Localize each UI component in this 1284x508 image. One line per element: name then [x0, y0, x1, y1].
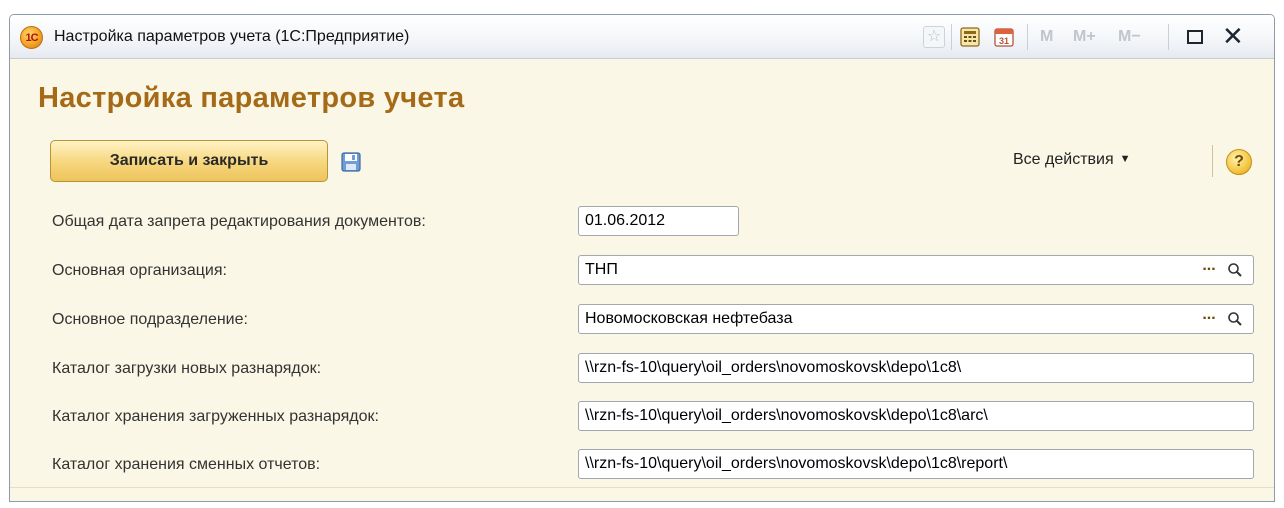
save-and-close-button[interactable]: Записать и закрыть: [50, 140, 328, 182]
department-select-button[interactable]: ...: [1197, 305, 1221, 333]
organization-label: Основная организация:: [52, 262, 227, 279]
search-icon: [1228, 312, 1242, 326]
svg-text:31: 31: [999, 36, 1009, 46]
close-icon[interactable]: ✕: [1222, 21, 1244, 52]
page-title: Настройка параметров учета: [38, 82, 465, 114]
import-dir-field[interactable]: \\rzn-fs-10\query\oil_orders\novomoskovs…: [578, 353, 1254, 383]
app-logo-icon[interactable]: 1С: [20, 26, 43, 49]
toolbar-divider: [1212, 145, 1213, 177]
department-value: Новомосковская нефтебаза: [585, 310, 793, 327]
import-dir-value: \\rzn-fs-10\query\oil_orders\novomoskovs…: [585, 359, 962, 376]
department-label: Основное подразделение:: [52, 311, 248, 328]
organization-field[interactable]: ТНП: [578, 255, 1254, 285]
organization-search-button[interactable]: [1222, 256, 1248, 284]
settings-window: 1С Настройка параметров учета (1С:Предпр…: [9, 14, 1275, 502]
toolbar-divider: [951, 24, 952, 50]
department-search-button[interactable]: [1222, 305, 1248, 333]
archive-dir-label: Каталог хранения загруженных разнарядок:: [52, 408, 379, 425]
toolbar-divider: [1168, 24, 1169, 50]
lock-date-label: Общая дата запрета редактирования докуме…: [52, 213, 426, 230]
calculator-icon[interactable]: [959, 26, 981, 48]
memory-add-button[interactable]: M+: [1073, 28, 1096, 46]
maximize-icon[interactable]: [1187, 30, 1203, 44]
favorites-star-icon[interactable]: ☆: [923, 26, 945, 48]
lock-date-field[interactable]: 01.06.2012: [578, 206, 739, 236]
organization-select-button[interactable]: ...: [1197, 256, 1221, 284]
lock-date-value: 01.06.2012: [585, 212, 666, 229]
memory-store-button[interactable]: M: [1040, 28, 1053, 46]
report-dir-value: \\rzn-fs-10\query\oil_orders\novomoskovs…: [585, 455, 1008, 472]
help-icon[interactable]: ?: [1226, 149, 1252, 175]
memory-subtract-button[interactable]: M−: [1118, 28, 1141, 46]
all-actions-menu[interactable]: Все действия ▼: [1013, 151, 1131, 169]
search-icon: [1228, 263, 1242, 277]
toolbar-divider: [1027, 24, 1028, 50]
all-actions-label: Все действия: [1013, 151, 1114, 168]
title-bar: 1С Настройка параметров учета (1С:Предпр…: [10, 15, 1274, 59]
save-disk-icon[interactable]: [340, 151, 362, 173]
calendar-icon[interactable]: 31: [993, 26, 1015, 48]
window-title: Настройка параметров учета (1С:Предприят…: [54, 28, 410, 45]
report-dir-label: Каталог хранения сменных отчетов:: [52, 456, 321, 473]
archive-dir-value: \\rzn-fs-10\query\oil_orders\novomoskovs…: [585, 407, 988, 424]
import-dir-label: Каталог загрузки новых разнарядок:: [52, 360, 322, 377]
department-field[interactable]: Новомосковская нефтебаза: [578, 304, 1254, 334]
organization-value: ТНП: [585, 261, 618, 278]
archive-dir-field[interactable]: \\rzn-fs-10\query\oil_orders\novomoskovs…: [578, 401, 1254, 431]
report-dir-field[interactable]: \\rzn-fs-10\query\oil_orders\novomoskovs…: [578, 449, 1254, 479]
form-bottom-divider: [10, 487, 1274, 488]
chevron-down-icon: ▼: [1119, 153, 1131, 165]
